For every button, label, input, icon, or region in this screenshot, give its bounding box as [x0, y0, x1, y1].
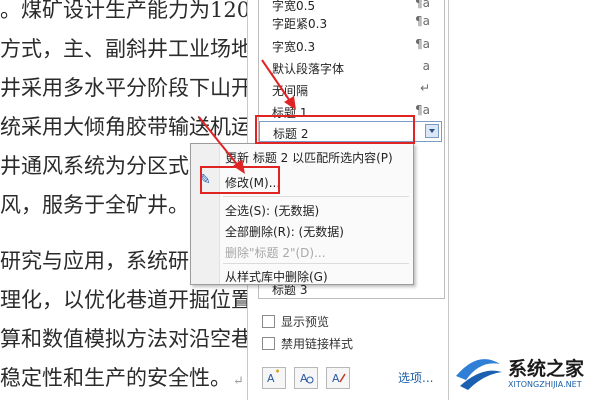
watermark-logo-icon [456, 359, 502, 390]
watermark-title: 系统之家 [508, 358, 585, 380]
arrow-line [261, 59, 293, 105]
watermark: 系统之家 XITONGZHIJIA.NET [452, 346, 597, 398]
arrow-head [284, 96, 296, 110]
arrow-line [198, 116, 241, 169]
watermark-url: XITONGZHIJIA.NET [508, 380, 582, 389]
annotation-arrows [198, 59, 296, 174]
